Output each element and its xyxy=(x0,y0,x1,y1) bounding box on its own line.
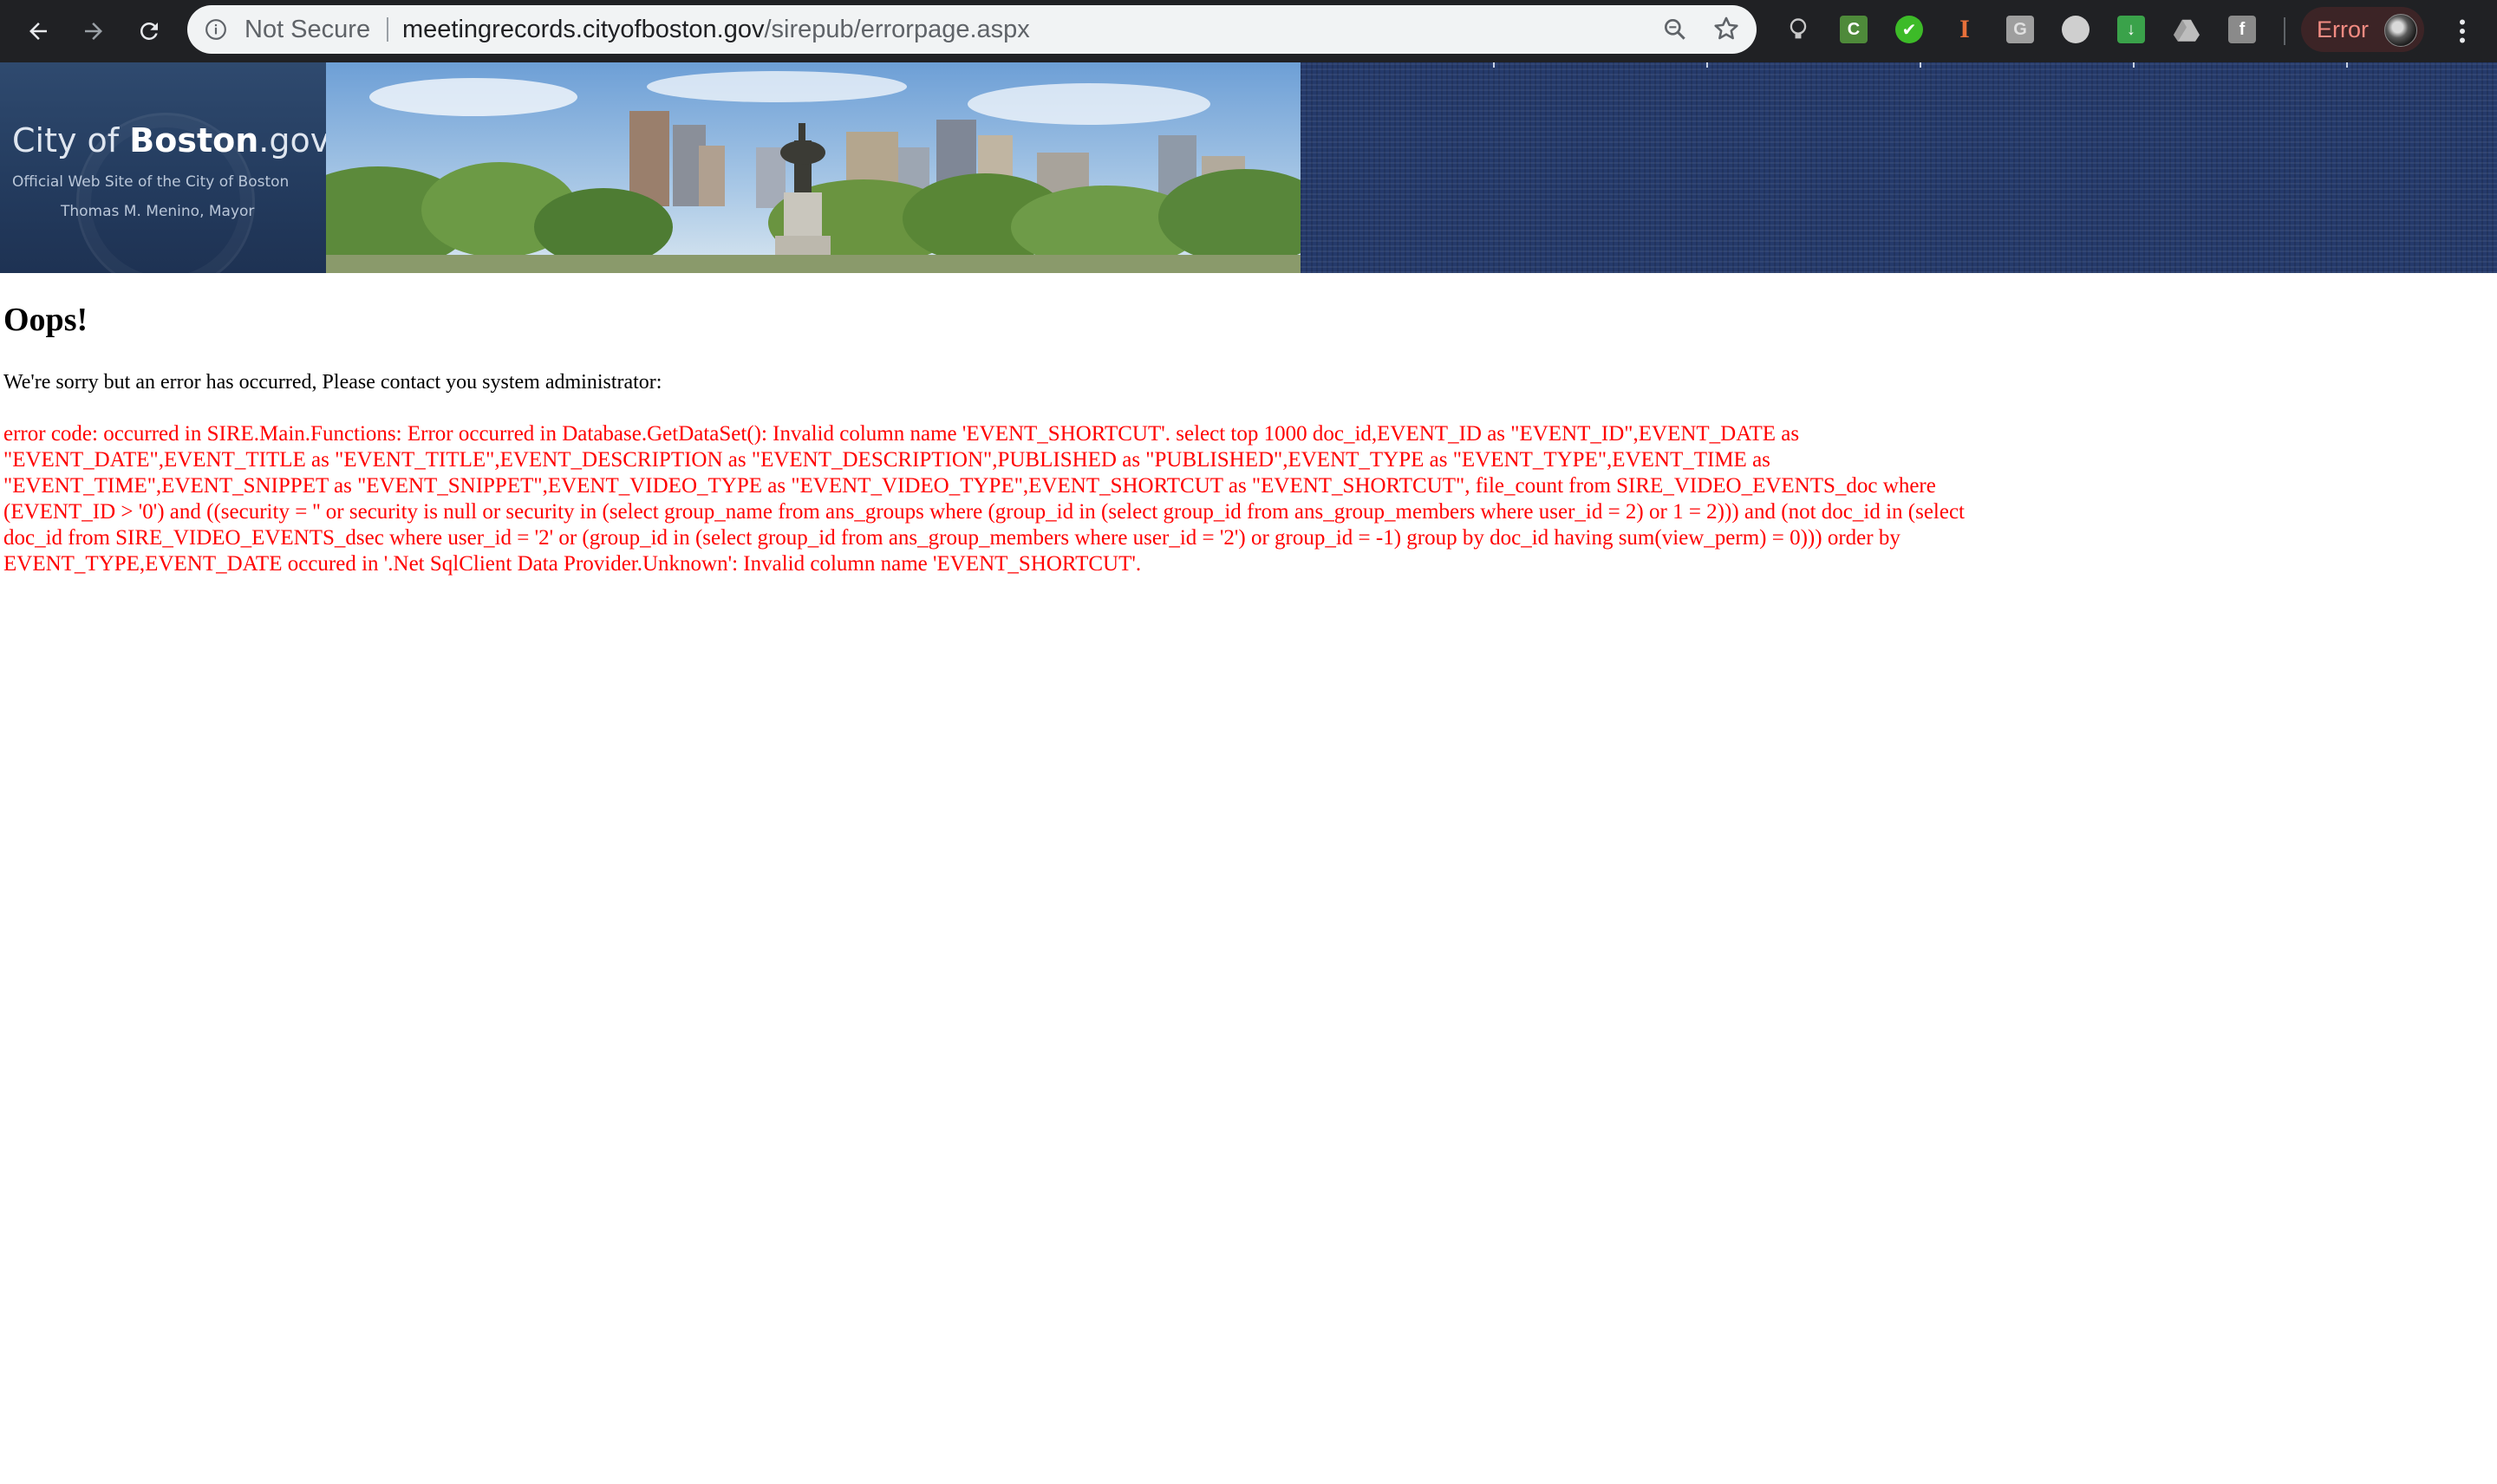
gray-circle-extension-icon[interactable] xyxy=(2062,16,2090,43)
avatar xyxy=(2384,14,2417,47)
browser-toolbar: Not Secure meetingrecords.cityofboston.g… xyxy=(0,0,2497,62)
logo-name: Boston xyxy=(129,121,259,159)
green-square-extension-glyph: C xyxy=(1847,19,1861,39)
text-cursor-extension-glyph: I xyxy=(1959,15,1970,43)
gray-square-extension-glyph: G xyxy=(2013,19,2027,39)
info-icon[interactable] xyxy=(205,18,227,41)
site-logo[interactable]: City of Boston.gov Official Web Site of … xyxy=(0,62,329,273)
site-banner: City of Boston.gov Official Web Site of … xyxy=(0,62,2497,273)
back-button[interactable] xyxy=(17,10,59,52)
green-square-extension-icon[interactable]: C xyxy=(1840,16,1868,43)
reload-button[interactable] xyxy=(128,10,170,52)
url-path: /sirepub/errorpage.aspx xyxy=(764,16,1030,43)
download-extension-icon[interactable]: ↓ xyxy=(2117,16,2145,43)
banner-nav-dividers xyxy=(1493,62,2348,68)
drive-extension-icon[interactable] xyxy=(2173,16,2200,43)
facebook-extension-glyph: f xyxy=(2239,19,2246,39)
gray-square-extension-icon[interactable]: G xyxy=(2006,16,2034,43)
security-status[interactable]: Not Secure xyxy=(244,16,370,43)
thumbs-up-extension-glyph: ✔ xyxy=(1901,20,1917,40)
page-title: Oops! xyxy=(3,302,88,338)
download-extension-glyph: ↓ xyxy=(2127,19,2135,39)
url-text[interactable]: meetingrecords.cityofboston.gov/sirepub/… xyxy=(402,16,1030,43)
lightbulb-extension-icon[interactable] xyxy=(1784,16,1812,43)
error-details: error code: occurred in SIRE.Main.Functi… xyxy=(3,422,1965,576)
error-message: We're sorry but an error has occurred, P… xyxy=(3,371,662,394)
logo-prefix: City of xyxy=(12,121,130,159)
kebab-menu-icon[interactable] xyxy=(2447,14,2478,49)
profile-error-button[interactable]: Error xyxy=(2301,7,2424,52)
star-icon[interactable] xyxy=(1711,14,1741,43)
text-cursor-extension-icon[interactable]: I xyxy=(1958,15,1972,43)
boston-common-photo xyxy=(326,62,1301,273)
profile-error-label: Error xyxy=(2317,16,2369,42)
banner-pattern xyxy=(1301,62,2497,273)
address-bar-divider xyxy=(387,17,388,42)
url-host: meetingrecords.cityofboston.gov xyxy=(402,16,765,43)
zoom-icon[interactable] xyxy=(1661,16,1689,43)
logo-suffix: .gov xyxy=(258,121,330,159)
toolbar-divider xyxy=(2284,17,2285,45)
thumbs-up-extension-icon[interactable]: ✔ xyxy=(1895,16,1923,43)
logo-title: City of Boston.gov xyxy=(12,121,329,159)
facebook-extension-icon[interactable]: f xyxy=(2228,16,2256,43)
logo-subtitle: Official Web Site of the City of Boston xyxy=(12,173,290,191)
arrow-right-icon xyxy=(85,23,102,40)
arrow-left-icon xyxy=(29,23,47,40)
forward-button[interactable] xyxy=(73,10,114,52)
address-bar[interactable]: Not Secure meetingrecords.cityofboston.g… xyxy=(187,5,1757,54)
logo-mayor: Thomas M. Menino, Mayor xyxy=(61,203,255,220)
reload-icon xyxy=(140,23,158,40)
